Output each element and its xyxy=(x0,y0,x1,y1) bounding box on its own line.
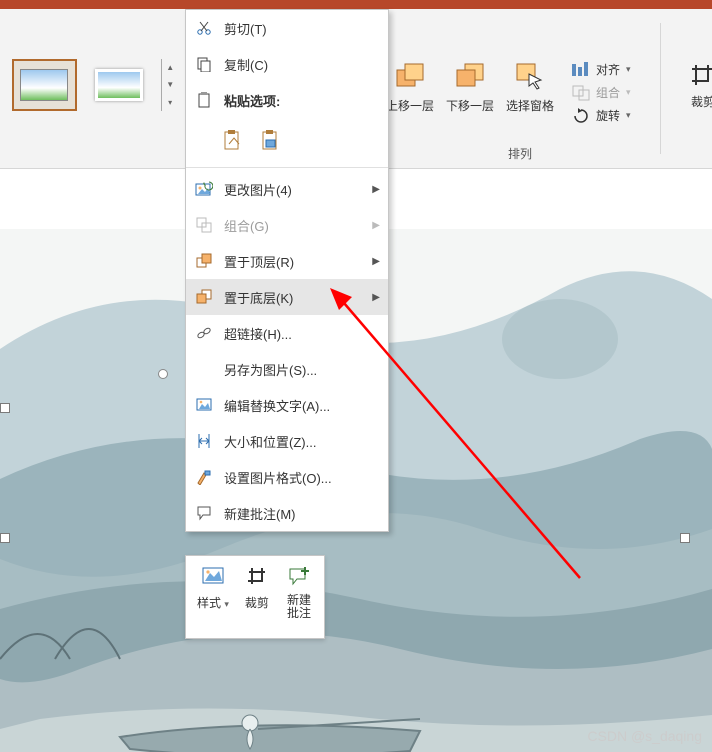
align-button[interactable]: 对齐▾ xyxy=(572,61,631,78)
menu-edit-alt-text[interactable]: 编辑替换文字(A)... xyxy=(186,387,388,423)
arrange-group-label: 排列 xyxy=(380,145,660,162)
style-thumb-1[interactable] xyxy=(12,59,77,111)
resize-handle-mr[interactable] xyxy=(680,533,690,543)
paste-option-buttons xyxy=(186,118,388,164)
size-position-icon xyxy=(194,431,214,451)
context-menu: 剪切(T) 复制(C) 粘贴选项: 更改图片(4) ▶ 组合(G) ▶ 置于顶层… xyxy=(185,9,389,532)
mini-toolbar: 样式 ▾ 裁剪 新建批注 xyxy=(185,555,325,639)
app-title-bar xyxy=(0,0,712,9)
resize-handle-tl[interactable] xyxy=(0,403,10,413)
send-backward-button[interactable]: 下移一层 xyxy=(440,59,500,114)
new-comment-icon xyxy=(285,562,313,590)
group-button[interactable]: 组合▾ xyxy=(572,84,631,101)
menu-bring-to-front[interactable]: 置于顶层(R) ▶ xyxy=(186,243,388,279)
paste-keep-formatting-icon[interactable] xyxy=(222,131,242,151)
watermark-text: CSDN @s_daqing xyxy=(587,728,702,744)
arrange-side-buttons: 对齐▾ 组合▾ 旋转▾ xyxy=(572,61,631,124)
paste-as-picture-icon[interactable] xyxy=(260,131,280,151)
bring-to-front-icon xyxy=(194,251,214,271)
paste-icon xyxy=(194,90,214,110)
menu-change-picture[interactable]: 更改图片(4) ▶ xyxy=(186,171,388,207)
hyperlink-icon xyxy=(194,323,214,343)
format-picture-icon xyxy=(194,467,214,487)
menu-group: 组合(G) ▶ xyxy=(186,207,388,243)
mini-crop-button[interactable]: 裁剪 xyxy=(243,562,271,632)
gallery-scroll[interactable]: ▲▼▾ xyxy=(161,59,178,111)
menu-send-to-back[interactable]: 置于底层(K) ▶ xyxy=(186,279,388,315)
change-picture-icon xyxy=(194,179,214,199)
menu-copy[interactable]: 复制(C) xyxy=(186,46,388,82)
cut-icon xyxy=(194,18,214,38)
style-thumb-2[interactable] xyxy=(87,59,152,111)
rotate-button[interactable]: 旋转▾ xyxy=(572,107,631,124)
menu-save-as-picture[interactable]: 另存为图片(S)... xyxy=(186,351,388,387)
mini-comment-button[interactable]: 新建批注 xyxy=(285,562,313,632)
menu-format-picture[interactable]: 设置图片格式(O)... xyxy=(186,459,388,495)
copy-icon xyxy=(194,54,214,74)
submenu-arrow-icon: ▶ xyxy=(372,292,380,303)
alt-text-icon xyxy=(194,395,214,415)
comment-icon xyxy=(194,503,214,523)
menu-new-comment[interactable]: 新建批注(M) xyxy=(186,495,388,531)
menu-size-and-position[interactable]: 大小和位置(Z)... xyxy=(186,423,388,459)
style-icon xyxy=(199,562,227,590)
submenu-arrow-icon: ▶ xyxy=(372,184,380,195)
menu-hyperlink[interactable]: 超链接(H)... xyxy=(186,315,388,351)
bring-forward-button[interactable]: 上移一层 xyxy=(380,59,440,114)
submenu-arrow-icon: ▶ xyxy=(372,256,380,267)
submenu-arrow-icon: ▶ xyxy=(372,220,380,231)
resize-handle-ml[interactable] xyxy=(0,533,10,543)
menu-cut[interactable]: 剪切(T) xyxy=(186,10,388,46)
selection-pane-button[interactable]: 选择窗格 xyxy=(500,59,560,114)
arrange-buttons: 上移一层 下移一层 选择窗格 xyxy=(380,59,560,114)
rotate-handle[interactable] xyxy=(158,369,168,379)
mini-style-button[interactable]: 样式 ▾ xyxy=(197,562,229,632)
crop-icon xyxy=(243,562,271,590)
menu-paste-options-header: 粘贴选项: xyxy=(186,82,388,118)
group-icon xyxy=(194,215,214,235)
send-to-back-icon xyxy=(194,287,214,307)
crop-button-ribbon[interactable]: 裁剪 xyxy=(688,61,712,110)
picture-style-gallery[interactable]: ▲▼▾ xyxy=(0,9,190,168)
